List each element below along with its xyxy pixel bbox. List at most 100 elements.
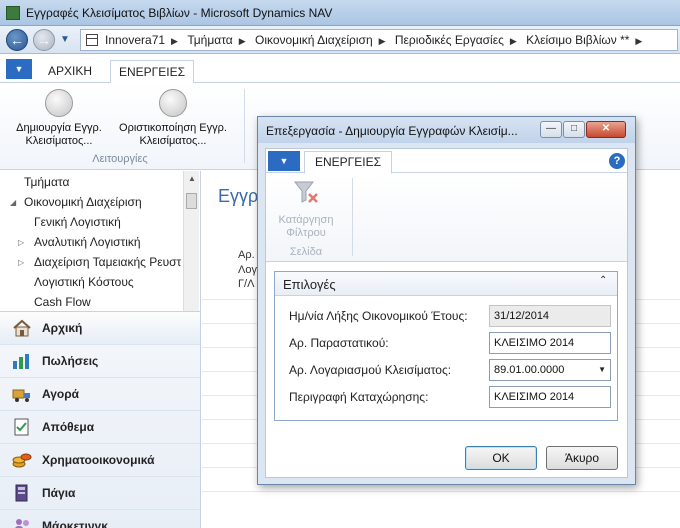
nav-button-finance[interactable]: Χρηματοοικονομικά	[0, 444, 200, 477]
help-icon[interactable]: ?	[609, 153, 625, 169]
fasttab-header[interactable]: Επιλογές ⌃	[275, 272, 617, 296]
application-menu-button[interactable]: ▼	[6, 59, 32, 79]
inventory-checklist-icon	[14, 418, 29, 436]
nav-button-label: Αγορά	[42, 387, 80, 401]
tree-item-cash-management[interactable]: Διαχείριση Ταμειακής Ρευστ	[34, 255, 181, 269]
marketing-people-icon	[15, 519, 29, 528]
maximize-icon[interactable]: □	[563, 121, 585, 138]
action-circle-icon	[45, 89, 73, 117]
tree-item-cash-flow[interactable]: Cash Flow	[34, 295, 91, 309]
ok-button[interactable]: OK	[465, 446, 537, 470]
breadcrumb-separator-icon[interactable]: ▶	[635, 36, 642, 46]
address-bar: ← → ▼ Innovera71 ▶ Τμήματα ▶ Οικονομική Δι…	[0, 26, 680, 54]
tab-actions[interactable]: ΕΝΕΡΓΕΙΕΣ	[110, 60, 195, 84]
clear-filter-button[interactable]: Κατάργηση Φίλτρου	[270, 178, 342, 240]
clear-filter-label-2: Φίλτρου	[286, 227, 326, 239]
navigation-buttons: Αρχική Πωλήσεις Αγορά Απόθεμα Χρηματοοικ…	[0, 311, 200, 528]
column-label: Γ/Λ	[238, 278, 255, 290]
nav-button-label: Απόθεμα	[42, 420, 95, 434]
dialog-ribbon-body: Κατάργηση Φίλτρου Σελίδα	[266, 174, 627, 262]
dialog-tab-actions[interactable]: ΕΝΕΡΓΕΙΕΣ	[304, 151, 393, 174]
forward-arrow-icon[interactable]: →	[33, 29, 55, 51]
posting-description-label: Περιγραφή Καταχώρησης:	[289, 390, 429, 404]
closing-account-field[interactable]: 89.01.00.0000 ▼	[489, 359, 611, 381]
dialog-ribbon-tabs: ▼ ΕΝΕΡΓΕΙΕΣ ?	[266, 149, 627, 174]
scroll-up-icon[interactable]: ▲	[188, 174, 196, 183]
ribbon-group-label: Λειτουργίες	[92, 153, 148, 165]
post-closing-entries-label-1: Οριστικοποίηση Εγγρ.	[119, 122, 227, 134]
collapse-chevron-icon[interactable]: ⌃	[599, 275, 607, 286]
breadcrumb-separator-icon[interactable]: ▶	[239, 36, 246, 46]
column-label: Αρ.	[238, 249, 255, 261]
closing-account-label: Αρ. Λογαριασμού Κλεισίματος:	[289, 363, 452, 377]
minimize-icon[interactable]: —	[540, 121, 562, 138]
closing-account-value: 89.01.00.0000	[494, 364, 565, 376]
nav-button-label: Πωλήσεις	[42, 354, 99, 368]
breadcrumb-item-periodic-activities[interactable]: Περιοδικές Εργασίες	[395, 33, 504, 47]
navigation-pane: Τμήματα ◢ Οικονομική Διαχείριση Γενική Λ…	[0, 171, 201, 528]
finance-coins-icon	[12, 453, 32, 468]
tree-item-cost-accounting[interactable]: Λογιστική Κόστους	[34, 275, 134, 289]
window-title-bar: Εγγραφές Κλεισίματος Βιβλίων - Microsoft…	[0, 0, 680, 26]
tree-item-general-ledger[interactable]: Γενική Λογιστική	[34, 215, 121, 229]
ribbon-group-divider	[244, 89, 245, 163]
tree-expand-icon[interactable]: ▷	[18, 238, 24, 247]
tree-item-financial-management[interactable]: Οικονομική Διαχείριση	[24, 195, 142, 209]
nav-button-home[interactable]: Αρχική	[0, 312, 200, 345]
close-icon[interactable]: ✕	[586, 121, 626, 138]
breadcrumb-item-close-books[interactable]: Κλείσιμο Βιβλίων **	[526, 33, 629, 47]
department-tree: Τμήματα ◢ Οικονομική Διαχείριση Γενική Λ…	[0, 171, 201, 311]
clear-filter-icon	[293, 181, 318, 203]
create-closing-entries-button[interactable]: Δημιουργία Εγγρ. Κλεισίματος...	[4, 89, 114, 148]
options-fasttab: Επιλογές ⌃ Ημ/νία Λήξης Οικονομικού Έτου…	[274, 271, 618, 421]
window-title: Εγγραφές Κλεισίματος Βιβλίων - Microsoft…	[26, 6, 333, 20]
document-no-field[interactable]: ΚΛΕΙΣΙΜΟ 2014	[489, 332, 611, 354]
breadcrumb-separator-icon[interactable]: ▶	[510, 36, 517, 46]
breadcrumb-separator-icon[interactable]: ▶	[171, 36, 178, 46]
tree-expand-icon[interactable]: ▷	[18, 258, 24, 267]
ribbon-tab-bar: ▼ ΑΡΧΙΚΗ ΕΝΕΡΓΕΙΕΣ	[0, 55, 680, 84]
dialog-title: Επεξεργασία - Δημιουργία Εγγραφών Κλεισί…	[266, 124, 518, 138]
breadcrumb-separator-icon[interactable]: ▶	[379, 36, 386, 46]
dropdown-arrow-icon[interactable]: ▼	[598, 365, 606, 374]
dialog-body: ▼ ΕΝΕΡΓΕΙΕΣ ? Κατάργηση Φίλτρου Σελίδα Ε…	[265, 148, 628, 478]
breadcrumb-item-departments[interactable]: Τμήματα	[187, 33, 232, 47]
close-books-dialog: Επεξεργασία - Δημιουργία Εγγραφών Κλεισί…	[257, 116, 636, 485]
tab-home[interactable]: ΑΡΧΙΚΗ	[40, 60, 100, 82]
nav-button-label: Χρηματοοικονομικά	[42, 453, 155, 467]
create-closing-entries-label-2: Κλεισίματος...	[25, 135, 93, 147]
nav-button-marketing[interactable]: Μάρκετινγκ	[0, 510, 200, 528]
divider	[202, 491, 680, 492]
post-closing-entries-button[interactable]: Οριστικοποίηση Εγγρ. Κλεισίματος...	[118, 89, 228, 148]
cancel-button[interactable]: Άκυρο	[546, 446, 618, 470]
ribbon-group-divider	[352, 178, 353, 256]
nav-button-label: Μάρκετινγκ	[42, 519, 108, 528]
clear-filter-label-1: Κατάργηση	[278, 214, 334, 226]
house-icon	[13, 319, 31, 337]
dialog-ribbon-group-label: Σελίδα	[289, 246, 323, 258]
dialog-menu-button[interactable]: ▼	[268, 151, 300, 171]
nav-button-label: Αρχική	[42, 321, 83, 335]
breadcrumb-item-company[interactable]: Innovera71	[105, 33, 165, 47]
dynamics-nav-app-icon	[6, 6, 20, 20]
nav-button-sales[interactable]: Πωλήσεις	[0, 345, 200, 378]
post-closing-entries-label-2: Κλεισίματος...	[139, 135, 207, 147]
tree-item-analytical-accounting[interactable]: Αναλυτική Λογιστική	[34, 235, 141, 249]
column-label: Λογ	[238, 264, 257, 276]
nav-button-inventory[interactable]: Απόθεμα	[0, 411, 200, 444]
posting-description-field[interactable]: ΚΛΕΙΣΙΜΟ 2014	[489, 386, 611, 408]
tree-item-departments[interactable]: Τμήματα	[24, 175, 69, 189]
window-icon	[86, 34, 98, 46]
nav-button-fixed-assets[interactable]: Πάγια	[0, 477, 200, 510]
scroll-thumb[interactable]	[186, 193, 197, 209]
nav-button-label: Πάγια	[42, 486, 76, 500]
history-dropdown-icon[interactable]: ▼	[60, 34, 70, 45]
back-arrow-icon[interactable]: ←	[6, 29, 28, 51]
tree-collapse-icon[interactable]: ◢	[10, 198, 16, 207]
tree-scrollbar[interactable]: ▲	[183, 171, 199, 311]
action-circle-icon	[159, 89, 187, 117]
nav-button-purchase[interactable]: Αγορά	[0, 378, 200, 411]
dialog-title-bar[interactable]: Επεξεργασία - Δημιουργία Εγγραφών Κλεισί…	[258, 117, 635, 143]
create-closing-entries-label-1: Δημιουργία Εγγρ.	[16, 122, 102, 134]
breadcrumb-item-financial-management[interactable]: Οικονομική Διαχείριση	[255, 33, 373, 47]
